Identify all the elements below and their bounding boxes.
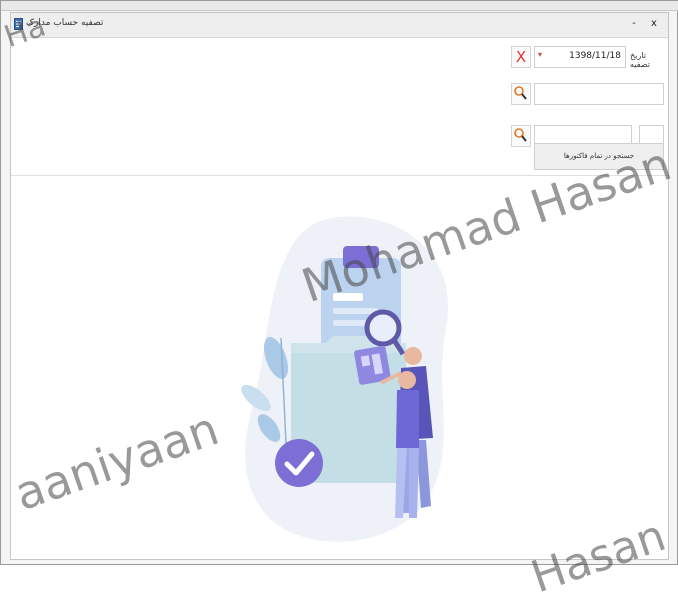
settlement-date-value: 1398/11/18: [569, 51, 621, 61]
filter-form: تاریخ تصفیه ▾ 1398/11/18 X جستجو در تمام…: [11, 38, 668, 175]
clear-button[interactable]: X: [511, 46, 531, 68]
close-button[interactable]: x: [647, 16, 661, 32]
dropdown-arrow-icon[interactable]: ▾: [538, 50, 542, 59]
top-strip: [1, 1, 678, 11]
minimize-button[interactable]: -: [627, 16, 641, 32]
search-icon: [514, 128, 527, 142]
search-input-1[interactable]: [534, 83, 664, 105]
settlement-date-field[interactable]: ▾ 1398/11/18: [534, 46, 626, 68]
settlement-date-label: تاریخ تصفیه: [630, 51, 650, 69]
search-icon: [514, 86, 527, 100]
search-button-2[interactable]: [511, 125, 531, 147]
title-bar: تصفیه حساب مدارک - x: [11, 13, 668, 38]
search-button-1[interactable]: [511, 83, 531, 105]
